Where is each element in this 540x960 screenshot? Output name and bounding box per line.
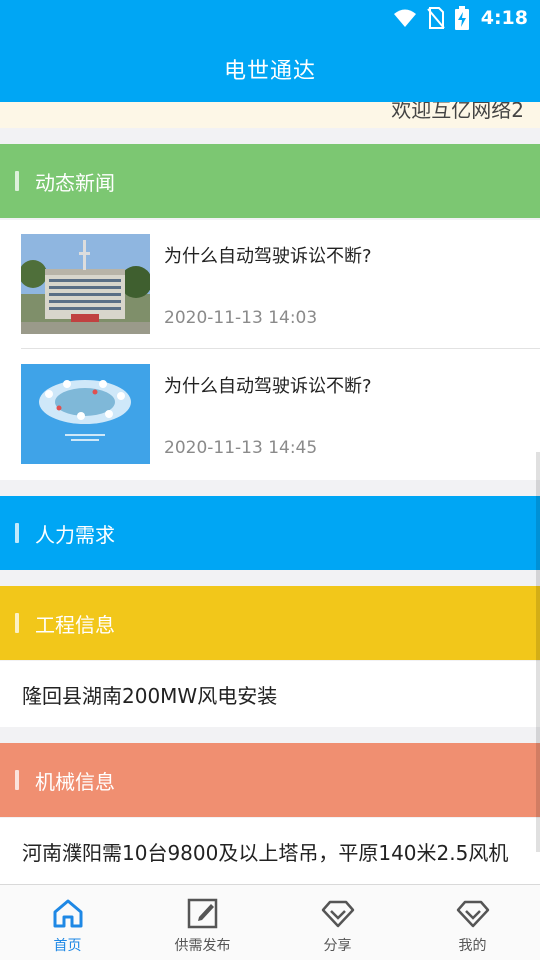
section-accent-bar <box>15 613 19 633</box>
section-header-hr[interactable]: 人力需求 <box>0 496 540 570</box>
tab-publish[interactable]: 供需发布 <box>135 885 270 960</box>
news-date: 2020-11-13 14:45 <box>164 438 318 458</box>
news-date: 2020-11-13 14:03 <box>164 308 318 328</box>
tab-label: 我的 <box>458 938 487 954</box>
tab-share[interactable]: 分享 <box>270 885 405 960</box>
app-bar: 电世通达 <box>0 36 540 102</box>
no-sim-icon <box>426 7 445 29</box>
news-title: 为什么自动驾驶诉讼不断? <box>164 376 372 397</box>
engineering-item-text: 隆回县湖南200MW风电安装 <box>22 683 278 708</box>
section-accent-bar <box>15 523 19 543</box>
home-icon <box>50 895 86 931</box>
section-title-news: 动态新闻 <box>35 170 115 195</box>
tab-mine[interactable]: 我的 <box>405 885 540 960</box>
section-title-engineering: 工程信息 <box>35 612 115 637</box>
section-accent-bar <box>15 770 19 790</box>
news-title: 为什么自动驾驶诉讼不断? <box>164 246 372 267</box>
section-title-machinery: 机械信息 <box>35 769 115 794</box>
notice-marquee[interactable]: 欢迎互亿网络2 <box>0 102 540 128</box>
section-title-hr: 人力需求 <box>35 522 115 547</box>
wifi-icon <box>393 9 416 27</box>
status-icons: 4:18 <box>393 6 528 30</box>
news-thumbnail-building <box>21 234 150 334</box>
news-list: 为什么自动驾驶诉讼不断? 2020-11-13 14:03 为什么自动驾驶诉讼不… <box>0 220 540 480</box>
bottom-tab-bar: 首页 供需发布 分享 我的 <box>0 884 540 960</box>
edit-icon <box>185 895 221 931</box>
battery-charging-icon <box>454 6 469 30</box>
divider <box>21 348 540 349</box>
tab-label: 供需发布 <box>174 938 231 954</box>
machinery-list-item[interactable]: 河南濮阳需10台9800及以上塔吊，平原140米2.5风机 <box>0 818 540 884</box>
section-header-machinery[interactable]: 机械信息 <box>0 743 540 817</box>
status-bar: 4:18 <box>0 0 540 36</box>
marquee-text: 欢迎互亿网络2 <box>391 102 524 122</box>
tab-home[interactable]: 首页 <box>0 885 135 960</box>
section-accent-bar <box>15 171 19 191</box>
section-header-news[interactable]: 动态新闻 <box>0 144 540 218</box>
news-thumbnail-globe <box>21 364 150 464</box>
status-time: 4:18 <box>480 7 528 29</box>
tab-label: 首页 <box>53 938 82 954</box>
diamond-icon <box>455 895 491 931</box>
news-item[interactable]: 为什么自动驾驶诉讼不断? 2020-11-13 14:45 <box>0 350 540 480</box>
scrollbar[interactable] <box>536 452 540 852</box>
machinery-item-text: 河南濮阳需10台9800及以上塔吊，平原140米2.5风机 <box>22 840 509 865</box>
engineering-list-item[interactable]: 隆回县湖南200MW风电安装 <box>0 661 540 727</box>
section-header-engineering[interactable]: 工程信息 <box>0 586 540 660</box>
tab-label: 分享 <box>323 938 352 954</box>
diamond-icon <box>320 895 356 931</box>
news-item[interactable]: 为什么自动驾驶诉讼不断? 2020-11-13 14:03 <box>0 220 540 350</box>
app-title: 电世通达 <box>223 59 316 84</box>
